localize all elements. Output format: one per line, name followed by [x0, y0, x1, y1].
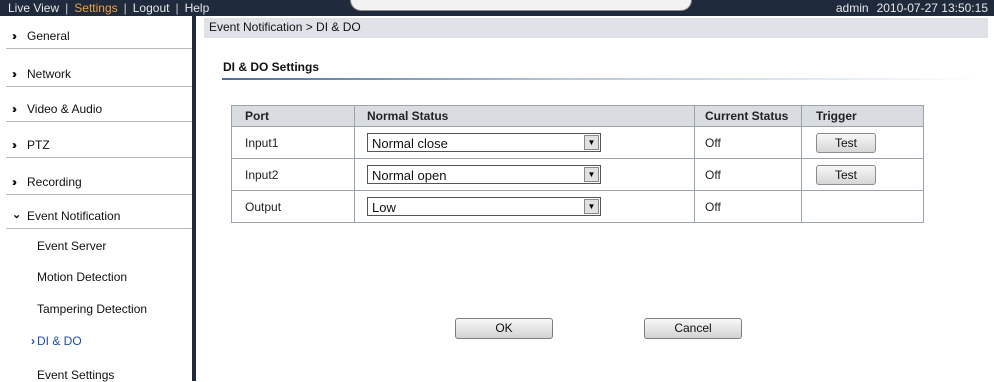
test-button-input1[interactable]: Test [816, 132, 876, 153]
nav-separator: | [65, 1, 69, 15]
top-nav: Live View | Settings | Logout | Help [8, 0, 209, 16]
session-info: admin 2010-07-27 13:50:15 [836, 0, 988, 16]
table-row: Input1 Normal close ▼ Off Test [231, 126, 924, 159]
port-cell: Input1 [231, 126, 355, 159]
test-button-input2[interactable]: Test [816, 164, 876, 185]
sidebar-item-recording[interactable]: ›› Recording [6, 162, 192, 195]
double-chevron-right-icon: ›› [12, 138, 17, 152]
sidebar-item-label: Event Notification [27, 209, 121, 223]
double-chevron-right-icon: ›› [12, 102, 17, 116]
trigger-cell [801, 190, 924, 223]
normal-status-select-input2[interactable]: Normal open ▼ [367, 165, 601, 184]
normal-status-cell: Normal close ▼ [354, 126, 695, 159]
sidebar-item-label: General [27, 29, 70, 43]
nav-separator: | [175, 1, 179, 15]
double-chevron-down-icon: ⌄ [12, 209, 22, 221]
nav-help[interactable]: Help [185, 0, 210, 16]
sidebar-sub-motion-detection[interactable]: Motion Detection [37, 270, 127, 284]
nav-live-view[interactable]: Live View [8, 0, 59, 16]
current-status-cell: Off [694, 126, 802, 159]
sidebar-sub-tampering-detection[interactable]: Tampering Detection [37, 302, 147, 316]
select-value: Normal close [372, 136, 448, 151]
sidebar-item-label: Recording [27, 175, 82, 189]
sidebar-sub-event-settings[interactable]: Event Settings [37, 368, 114, 382]
nav-settings[interactable]: Settings [74, 0, 117, 16]
section-divider [222, 78, 982, 80]
column-header-trigger: Trigger [801, 105, 924, 127]
top-bar: Live View | Settings | Logout | Help admin 2010… [0, 0, 994, 16]
di-do-table: Port Normal Status Current Status Trigge… [231, 105, 924, 223]
select-value: Low [372, 200, 396, 215]
select-value: Normal open [372, 168, 447, 183]
dropdown-arrow-icon[interactable]: ▼ [584, 199, 599, 214]
trigger-cell: Test [801, 158, 924, 191]
normal-status-cell: Normal open ▼ [354, 158, 695, 191]
normal-status-select-input1[interactable]: Normal close ▼ [367, 133, 601, 152]
trigger-cell: Test [801, 126, 924, 159]
sidebar-item-video-audio[interactable]: ›› Video & Audio [6, 89, 192, 122]
column-header-current-status: Current Status [694, 105, 802, 127]
dropdown-arrow-icon[interactable]: ▼ [584, 135, 599, 150]
datetime: 2010-07-27 13:50:15 [876, 1, 988, 15]
column-header-normal-status: Normal Status [354, 105, 695, 127]
double-chevron-right-icon: ›› [12, 175, 17, 189]
sidebar-item-network[interactable]: ›› Network [6, 54, 192, 87]
sidebar-item-label: PTZ [27, 138, 50, 152]
double-chevron-right-icon: ›› [12, 67, 17, 81]
current-status-cell: Off [694, 158, 802, 191]
normal-status-select-output[interactable]: Low ▼ [367, 197, 601, 216]
current-status-cell: Off [694, 190, 802, 223]
sidebar-item-general[interactable]: ›› General [6, 16, 192, 49]
table-row: Input2 Normal open ▼ Off Test [231, 158, 924, 191]
ok-button[interactable]: OK [455, 318, 553, 339]
sidebar-item-ptz[interactable]: ›› PTZ [6, 125, 192, 158]
sidebar-sub-label: DI & DO [37, 334, 82, 348]
nav-logout[interactable]: Logout [133, 0, 170, 16]
nav-separator: | [123, 1, 127, 15]
column-header-port: Port [231, 105, 355, 127]
breadcrumb: Event Notification > DI & DO [204, 18, 988, 38]
port-cell: Input2 [231, 158, 355, 191]
table-header-row: Port Normal Status Current Status Trigge… [231, 105, 924, 127]
sidebar-item-label: Video & Audio [27, 102, 103, 116]
username: admin [835, 1, 869, 15]
dropdown-arrow-icon[interactable]: ▼ [584, 167, 599, 182]
sidebar-item-event-notification[interactable]: ⌄ Event Notification [6, 196, 192, 229]
sidebar-sub-event-server[interactable]: Event Server [37, 239, 106, 253]
sidebar-sub-di-do[interactable]: › DI & DO [31, 334, 82, 348]
sidebar-item-label: Network [27, 67, 72, 81]
cancel-button[interactable]: Cancel [644, 318, 742, 339]
normal-status-cell: Low ▼ [354, 190, 695, 223]
port-cell: Output [231, 190, 355, 223]
double-chevron-right-icon: ›› [12, 29, 17, 43]
section-title: DI & DO Settings [223, 60, 320, 74]
top-center-tab [350, 0, 692, 11]
table-row: Output Low ▼ Off [231, 190, 924, 223]
chevron-right-icon: › [31, 334, 35, 348]
